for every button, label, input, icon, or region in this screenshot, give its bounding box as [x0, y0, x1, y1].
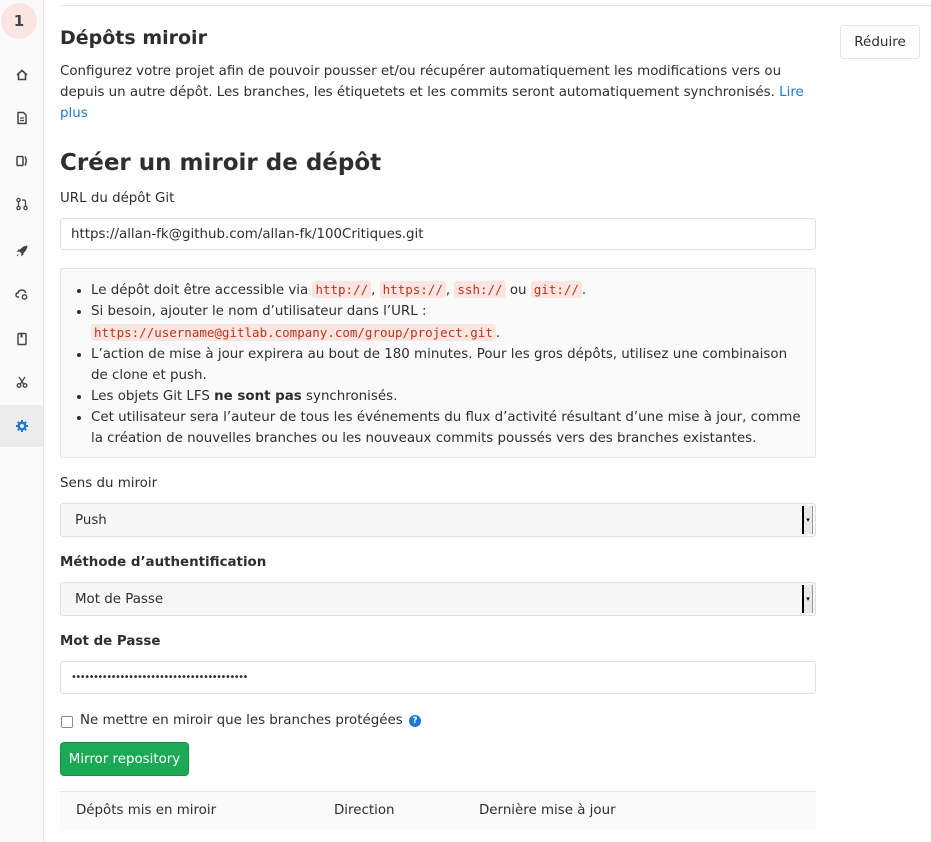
auth-method-label: Méthode d’authentification	[60, 555, 267, 570]
sidebar-item-wiki[interactable]	[0, 318, 43, 360]
direction-label: Sens du miroir	[60, 476, 158, 491]
git-url-value: https://allan-fk@github.com/allan-fk/100…	[71, 226, 424, 242]
git-url-input[interactable]: https://allan-fk@github.com/allan-fk/100…	[60, 218, 816, 250]
section-description-text: Configurez votre projet afin de pouvoir …	[60, 64, 782, 100]
column-header: Dépôts mis en miroir	[76, 803, 217, 818]
merge-request-icon	[15, 197, 28, 211]
sidebar-item-operations[interactable]	[0, 273, 43, 315]
book-icon	[16, 332, 27, 346]
url-label: URL du dépôt Git	[60, 191, 175, 206]
sidebar-item-snippets[interactable]	[0, 361, 43, 403]
project-avatar[interactable]: 1	[1, 3, 37, 39]
rocket-icon	[16, 245, 27, 257]
scissors-icon	[16, 376, 27, 388]
chevron-down-icon: ▾	[802, 585, 813, 613]
file-icon	[16, 111, 27, 125]
project-avatar-letter: 1	[13, 12, 25, 30]
protected-branches-text: Ne mettre en miroir que les branches pro…	[80, 713, 403, 728]
section-title: Dépôts miroir	[60, 27, 207, 49]
auth-method-select[interactable]: Mot de Passe ▾	[60, 582, 816, 616]
password-label: Mot de Passe	[60, 634, 161, 649]
mirrored-repos-table-header: Dépôts mis en miroir Direction Dernière …	[60, 791, 816, 831]
home-icon	[15, 69, 28, 81]
direction-value: Push	[75, 512, 107, 528]
info-item: Les objets Git LFS ne sont pas synchroni…	[91, 386, 801, 407]
info-item: L’action de mise à jour expirera au bout…	[91, 344, 801, 386]
column-header: Direction	[334, 803, 395, 818]
divider	[60, 5, 931, 6]
sidebar-item-settings[interactable]	[0, 405, 43, 447]
form-title: Créer un miroir de dépôt	[60, 150, 382, 176]
info-item: Cet utilisateur sera l’auteur de tous le…	[91, 407, 801, 449]
settings-icon	[15, 420, 28, 432]
collapse-button[interactable]: Réduire	[840, 25, 920, 59]
protected-branches-checkbox[interactable]	[61, 716, 73, 728]
chevron-down-icon: ▾	[802, 506, 813, 534]
question-icon[interactable]: ?	[408, 715, 421, 727]
password-value: ••••••••••••••••••••••••••••••••••••••••	[71, 672, 248, 683]
auth-method-value: Mot de Passe	[75, 591, 164, 607]
sidebar-item-project[interactable]	[0, 54, 43, 96]
info-item: Le dépôt doit être accessible via http:/…	[91, 279, 801, 301]
direction-select[interactable]: Push ▾	[60, 503, 816, 537]
info-box: Le dépôt doit être accessible via http:/…	[60, 268, 816, 458]
password-input[interactable]: ••••••••••••••••••••••••••••••••••••••••	[60, 661, 816, 694]
info-item: Si besoin, ajouter le nom d’utilisateur …	[91, 301, 801, 344]
sidebar-item-repository[interactable]	[0, 97, 43, 139]
sidebar-item-issues[interactable]	[0, 140, 43, 182]
issues-icon	[15, 155, 27, 167]
sidebar-item-merge-requests[interactable]	[0, 183, 43, 225]
column-header: Dernière mise à jour	[479, 803, 616, 818]
cloud-gear-icon	[14, 289, 27, 300]
protected-branches-label[interactable]: Ne mettre en miroir que les branches pro…	[80, 713, 421, 728]
section-description: Configurez votre projet afin de pouvoir …	[60, 61, 820, 124]
sidebar-item-ci-cd[interactable]	[0, 230, 43, 272]
mirror-repository-button[interactable]: Mirror repository	[60, 742, 189, 776]
sidebar: 1	[0, 0, 44, 842]
